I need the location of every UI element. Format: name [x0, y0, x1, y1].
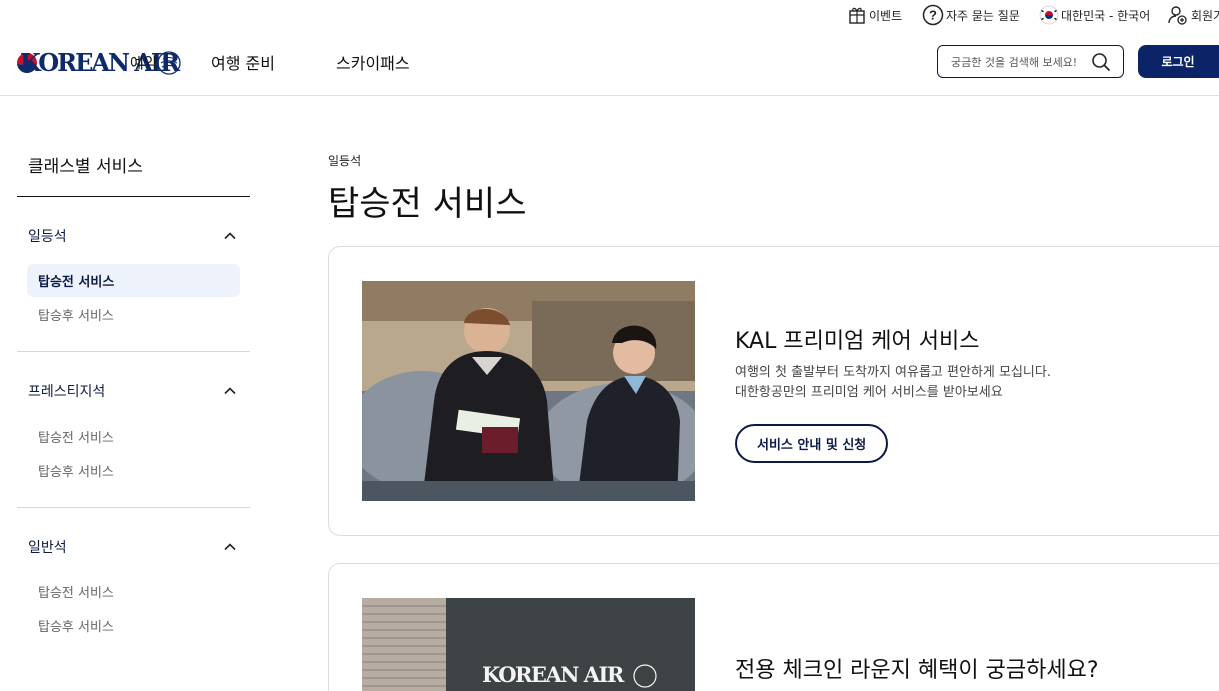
search-placeholder: 궁금한 것을 검색해 보세요!: [951, 55, 1078, 69]
events-label: 이벤트: [869, 8, 903, 23]
sidebar-group-prestige[interactable]: 프레스티지석: [17, 379, 250, 405]
sidebar-group-economy[interactable]: 일반석: [17, 535, 250, 561]
search-input[interactable]: 궁금한 것을 검색해 보세요!: [937, 45, 1124, 78]
nav-skypass[interactable]: 스카이패스: [336, 50, 410, 74]
user-add-icon: [1168, 6, 1187, 25]
sidebar-item-prestige-post[interactable]: 탑승후 서비스: [27, 454, 240, 487]
chevron-up-icon: [224, 232, 236, 240]
premium-care-card: KAL 프리미엄 케어 서비스 여행의 첫 출발부터 도착까지 여유롭고 편안하…: [328, 246, 1219, 536]
sidebar-group-first[interactable]: 일등석: [17, 224, 250, 250]
main-header: KOREAN AIR 예약 여행 준비 스카이패스 궁금한 것을 검색해 보세요…: [0, 32, 1219, 96]
faq-link[interactable]: ? 자주 묻는 질문: [922, 4, 1020, 26]
search-icon[interactable]: [1091, 52, 1111, 72]
join-link[interactable]: 회원가: [1167, 4, 1219, 26]
group-label-prestige: 프레스티지석: [28, 384, 106, 400]
locale-label: 대한민국 - 한국어: [1061, 8, 1151, 23]
card-description: 여행의 첫 출발부터 도착까지 여유롭고 편안하게 모십니다. 대한항공만의 프…: [735, 363, 1051, 403]
question-icon: ?: [922, 4, 944, 26]
group-label-first: 일등석: [28, 229, 67, 245]
card-desc-line: 여행의 첫 출발부터 도착까지 여유롭고 편안하게 모십니다.: [735, 365, 1051, 380]
image-wordmark: KOREAN AIR: [482, 662, 625, 687]
card-desc-line: 대한항공만의 프리미엄 케어 서비스를 받아보세요: [735, 385, 1003, 400]
service-apply-button[interactable]: 서비스 안내 및 신청: [735, 424, 889, 463]
chevron-up-icon: [224, 387, 236, 395]
checkin-lounge-card: KOREAN AIR 전용 체크인 라운지 혜택이 궁금하세요?: [328, 563, 1219, 691]
login-button[interactable]: 로그인: [1138, 45, 1219, 78]
gift-icon: [849, 7, 865, 24]
sidebar-title: 클래스별 서비스: [28, 157, 143, 177]
events-link[interactable]: 이벤트: [847, 4, 902, 26]
group-divider: [17, 351, 250, 352]
join-label: 회원가: [1191, 8, 1219, 23]
faq-label: 자주 묻는 질문: [946, 8, 1020, 23]
login-label: 로그인: [1161, 55, 1195, 69]
group-divider: [17, 507, 250, 508]
svg-text:?: ?: [929, 8, 937, 23]
chevron-up-icon: [224, 543, 236, 551]
checkin-lounge-photo: KOREAN AIR: [362, 598, 695, 691]
lounge-scene-illustration: [362, 281, 695, 501]
breadcrumb: 일등석: [328, 154, 362, 168]
skyteam-icon: [157, 51, 181, 75]
korean-air-logo[interactable]: KOREAN AIR 예약: [16, 42, 188, 82]
utility-bar: 이벤트 ? 자주 묻는 질문 대한민국 - 한국어 회원가: [0, 0, 1219, 32]
korea-flag-icon: [1039, 5, 1059, 25]
locale-selector[interactable]: 대한민국 - 한국어: [1039, 4, 1150, 26]
sidebar-item-first-post[interactable]: 탑승후 서비스: [27, 298, 240, 331]
nav-travel-prep[interactable]: 여행 준비: [211, 50, 275, 74]
sidebar-divider: [17, 196, 250, 197]
sidebar-item-prestige-pre[interactable]: 탑승전 서비스: [27, 420, 240, 453]
premium-care-photo: [362, 281, 695, 501]
sidebar-item-first-pre[interactable]: 탑승전 서비스: [27, 264, 240, 297]
sidebar-item-economy-pre[interactable]: 탑승전 서비스: [27, 575, 240, 608]
card-heading: KAL 프리미엄 케어 서비스: [735, 329, 980, 354]
card-heading: 전용 체크인 라운지 혜택이 궁금하세요?: [735, 658, 1099, 683]
page-title: 탑승전 서비스: [328, 184, 527, 224]
sidebar-item-economy-post[interactable]: 탑승후 서비스: [27, 609, 240, 642]
group-label-economy: 일반석: [28, 540, 67, 556]
counter-scene-illustration: KOREAN AIR: [362, 598, 695, 691]
